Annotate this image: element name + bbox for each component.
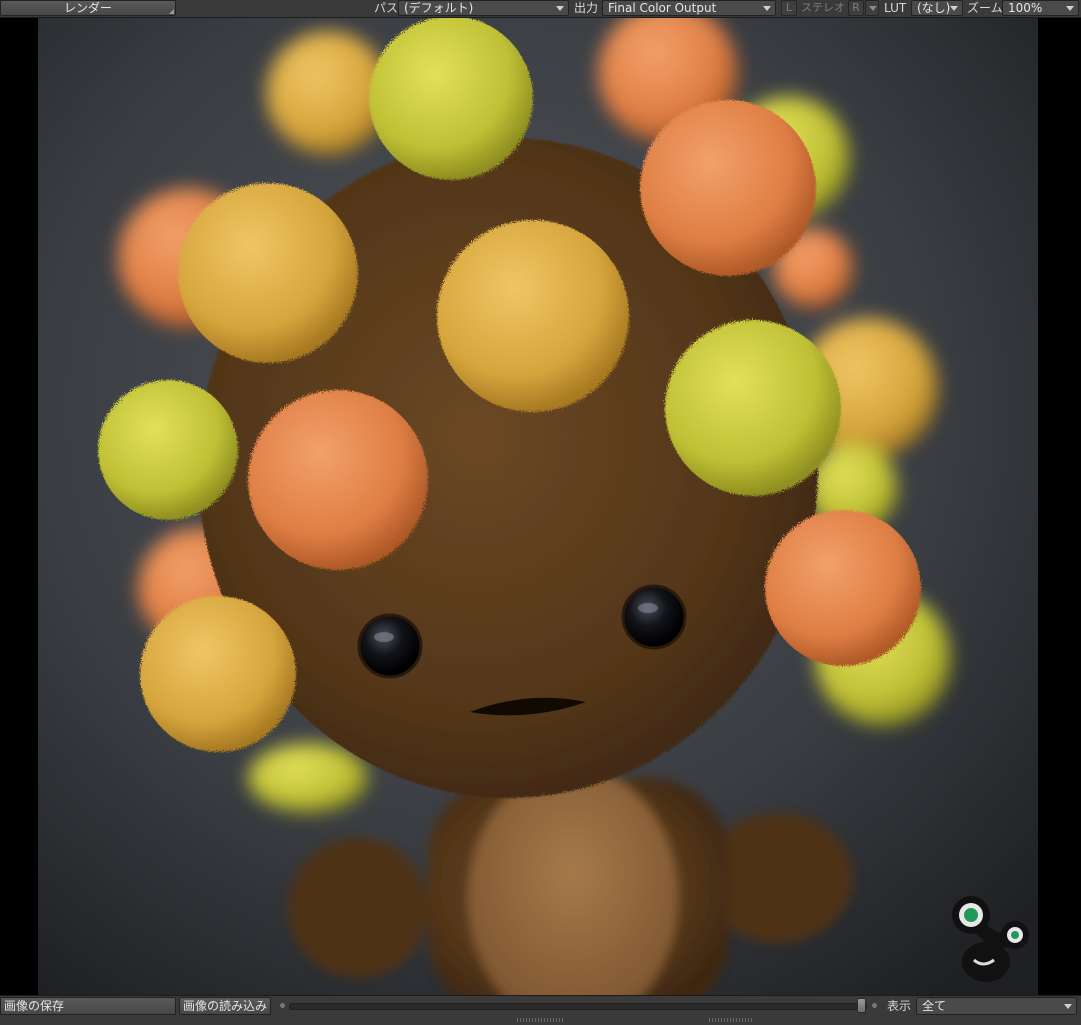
display-label: 表示 bbox=[887, 999, 912, 1013]
output-value: Final Color Output bbox=[608, 1, 717, 15]
image-history-slider[interactable] bbox=[289, 1003, 867, 1010]
pass-dropdown[interactable]: (デフォルト) bbox=[398, 0, 569, 16]
dropdown-arrow-icon bbox=[1064, 1004, 1072, 1009]
pass-label: パス bbox=[374, 1, 399, 15]
display-dropdown[interactable]: 全て bbox=[916, 997, 1077, 1015]
corner-triangle-icon bbox=[169, 9, 174, 14]
dropdown-arrow-icon bbox=[1066, 6, 1074, 11]
resize-grip[interactable] bbox=[517, 1018, 563, 1022]
load-image-label: 画像の読み込み bbox=[183, 999, 268, 1013]
zoom-value: 100% bbox=[1008, 1, 1043, 15]
zoom-label: ズーム bbox=[967, 1, 1003, 15]
display-value: 全て bbox=[922, 999, 947, 1013]
stereo-dropdown[interactable] bbox=[865, 0, 879, 16]
left-eye-button[interactable]: L bbox=[781, 0, 797, 16]
lut-label: LUT bbox=[884, 1, 907, 15]
dropdown-arrow-icon bbox=[869, 6, 877, 11]
render-toolbar: レンダー パス (デフォルト) 出力 Final Color Output L … bbox=[0, 0, 1081, 18]
lut-value: (なし) bbox=[917, 1, 951, 15]
timeline-end-dot bbox=[872, 1003, 877, 1008]
right-eye-button[interactable]: R bbox=[848, 0, 864, 16]
lut-dropdown[interactable]: (なし) bbox=[911, 0, 963, 16]
render-image bbox=[38, 18, 1038, 995]
render-button[interactable]: レンダー bbox=[0, 0, 176, 16]
save-image-button[interactable]: 画像の保存 bbox=[0, 997, 176, 1015]
load-image-button[interactable]: 画像の読み込み bbox=[179, 997, 271, 1015]
zoom-dropdown[interactable]: 100% bbox=[1002, 0, 1079, 16]
render-button-label: レンダー bbox=[63, 1, 112, 15]
dropdown-arrow-icon bbox=[763, 6, 771, 11]
save-image-label: 画像の保存 bbox=[4, 999, 65, 1013]
dropdown-arrow-icon bbox=[556, 6, 564, 11]
bottom-toolbar: 画像の保存 画像の読み込み 表示 全て bbox=[0, 995, 1081, 1025]
slider-handle[interactable] bbox=[857, 998, 866, 1013]
render-viewport[interactable] bbox=[0, 18, 1081, 995]
fuzzy-creature-illustration bbox=[38, 18, 1038, 995]
resize-grip[interactable] bbox=[709, 1018, 753, 1022]
pass-value: (デフォルト) bbox=[404, 1, 474, 15]
output-label: 出力 bbox=[574, 1, 599, 15]
stereo-label: ステレオ bbox=[801, 1, 845, 14]
timeline-start-dot bbox=[280, 1003, 285, 1008]
dropdown-arrow-icon bbox=[950, 6, 958, 11]
output-dropdown[interactable]: Final Color Output bbox=[602, 0, 776, 16]
